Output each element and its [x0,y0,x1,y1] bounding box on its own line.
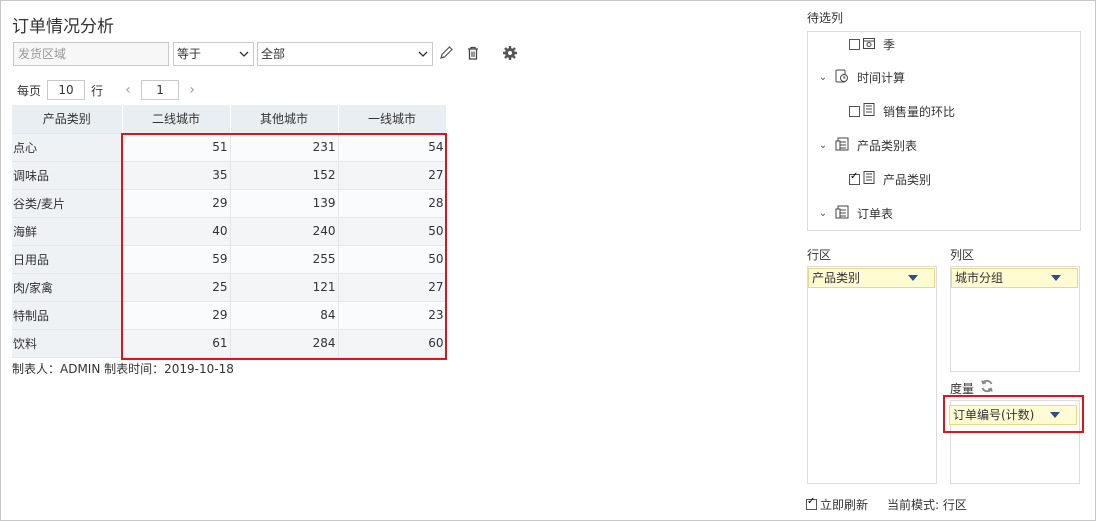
page-number-input[interactable]: 1 [141,80,180,100]
row-header: 特制品 [12,301,122,330]
dropdown-arrow-icon[interactable] [1051,275,1061,281]
column-header[interactable]: 其他城市 [230,105,339,134]
table-icon [835,205,849,222]
column-header[interactable]: 二线城市 [122,105,231,134]
column-header[interactable]: 一线城市 [338,105,447,134]
auto-refresh-option[interactable]: 立即刷新 [806,496,868,513]
column-area-label: 列区 [950,248,975,262]
pencil-icon[interactable] [437,44,455,62]
pagination: 每页 10 行 ‹ 1 › [17,80,199,100]
tree-item-label: 销售量的环比 [883,104,956,119]
tree-item-order-table[interactable]: ⌄ 订单表 [817,204,893,222]
measure-highlight-box [943,395,1084,433]
dropdown-arrow-icon[interactable] [908,275,918,281]
table-footer-note: 制表人：ADMIN 制表时间：2019-10-18 [12,362,234,376]
column-field-pill[interactable]: 城市分组 [951,268,1078,288]
tree-item-time-calc[interactable]: ⌄ 时间计算 [817,68,905,86]
tree-item-label: 订单表 [857,206,894,221]
checkbox-checked[interactable] [849,171,860,185]
column-field-label: 城市分组 [955,271,1004,285]
prev-page-button[interactable]: ‹ [121,82,135,98]
row-header: 调味品 [12,161,122,190]
page-title: 订单情况分析 [12,17,114,37]
tree-item-label: 时间计算 [857,70,906,85]
chevron-down-icon [239,43,249,73]
tree-item-label: 产品类别 [883,172,932,187]
auto-refresh-label: 立即刷新 [820,498,869,512]
row-header: 饮料 [12,329,122,358]
time-calc-icon [835,69,849,86]
row-header: 肉/家禽 [12,273,122,302]
measure-field-icon [863,103,875,119]
candidate-fields-panel [807,31,1081,231]
values-highlight-box [121,133,447,360]
row-header: 点心 [12,133,122,162]
row-header: 谷类/麦片 [12,189,122,218]
value-select[interactable]: 全部 [257,42,433,66]
per-page-input[interactable]: 10 [47,80,86,100]
table-header-row: 产品类别 二线城市 其他城市 一线城市 [12,105,447,134]
next-page-button[interactable]: › [185,82,199,98]
row-header: 海鲜 [12,217,122,246]
tree-item-category-table[interactable]: ⌄ 产品类别表 [817,136,917,154]
refresh-icon[interactable] [980,379,994,396]
chevron-down-icon[interactable]: ⌄ [817,140,829,151]
per-page-label: 每页 [17,83,42,98]
chevron-down-icon [418,43,428,73]
checkbox[interactable] [849,38,860,50]
dimension-field-icon [863,171,875,187]
row-header: 日用品 [12,245,122,274]
chevron-down-icon[interactable]: ⌄ [817,208,829,219]
row-area-label: 行区 [807,248,832,262]
tree-item-product-category[interactable]: 产品类别 [849,170,931,188]
filter-field-input[interactable]: 发货区域 [13,42,169,66]
gear-icon[interactable] [501,44,519,62]
tree-item-sales-ratio[interactable]: 销售量的环比 [849,102,955,120]
table-icon [835,137,849,154]
row-field-label: 产品类别 [812,271,861,285]
row-field-pill[interactable]: 产品类别 [808,268,935,288]
checkbox[interactable] [849,105,860,117]
row-area-dropzone[interactable] [807,266,937,484]
value-select-value: 全部 [261,47,286,61]
calendar-field-icon [863,37,875,52]
column-header[interactable]: 产品类别 [12,105,123,134]
rows-label: 行 [91,83,104,98]
candidates-label: 待选列 [807,11,844,25]
tree-item-label: 产品类别表 [857,138,918,153]
tree-item-label: 季 [883,37,896,52]
tree-item-season[interactable]: 季 [849,35,895,53]
trash-icon[interactable] [464,44,482,62]
operator-select[interactable]: 等于 [173,42,254,66]
operator-value: 等于 [177,47,202,61]
checkbox-checked[interactable] [806,496,817,510]
chevron-down-icon[interactable]: ⌄ [817,72,829,83]
current-mode: 当前模式: 行区 [887,498,967,512]
